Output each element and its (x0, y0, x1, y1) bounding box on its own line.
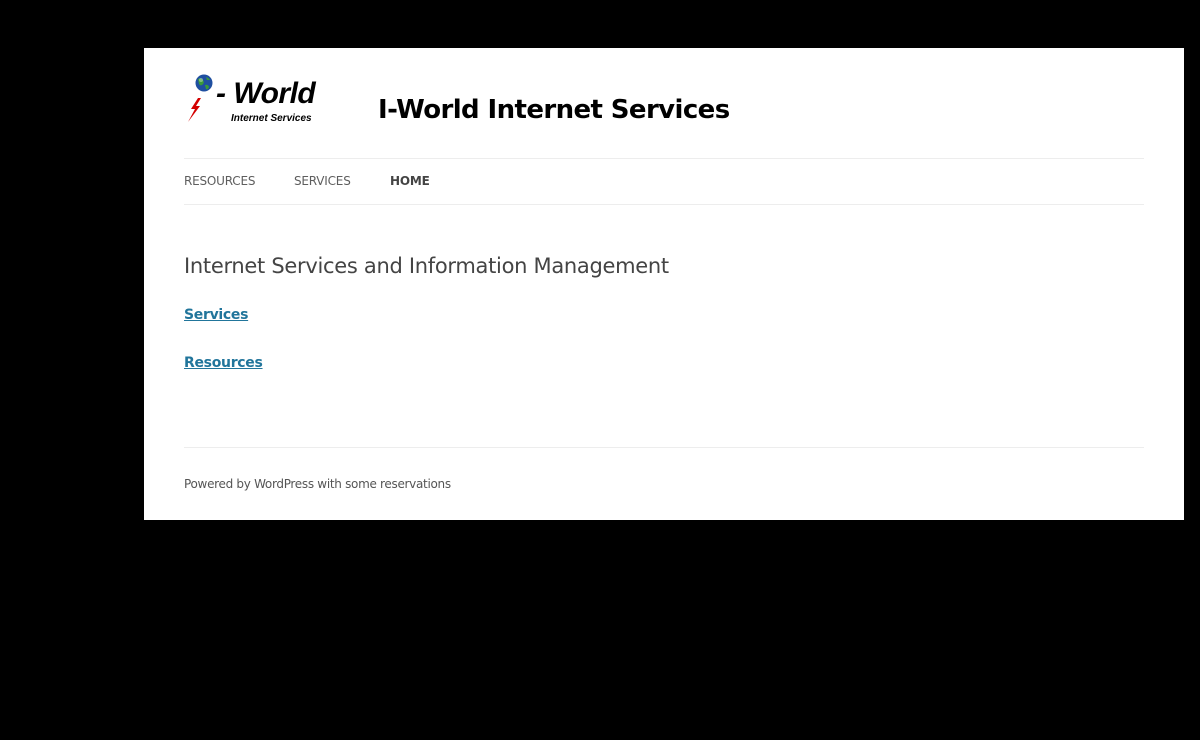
logo-word: - World (216, 77, 316, 110)
resources-link[interactable]: Resources (184, 354, 263, 372)
page-container: - World Internet Services I-World Intern… (144, 48, 1184, 520)
nav-item-services[interactable]: SERVICES (294, 173, 351, 189)
page-inner: - World Internet Services I-World Intern… (184, 48, 1144, 520)
nav-item-home[interactable]: HOME (390, 173, 430, 189)
site-title[interactable]: I-World Internet Services (378, 94, 730, 126)
logo-subtitle: Internet Services (231, 113, 312, 124)
services-link[interactable]: Services (184, 306, 248, 324)
site-logo[interactable]: - World Internet Services (184, 74, 324, 126)
site-footer: Powered by WordPress with some reservati… (184, 447, 1144, 491)
footer-credit: Powered by WordPress with some reservati… (184, 477, 451, 491)
lightning-bolt-icon (188, 98, 201, 122)
page-heading: Internet Services and Information Manage… (184, 254, 669, 278)
nav-item-resources[interactable]: RESOURCES (184, 173, 255, 189)
main-navigation: RESOURCES SERVICES HOME (184, 158, 1144, 205)
globe-icon (195, 74, 213, 92)
